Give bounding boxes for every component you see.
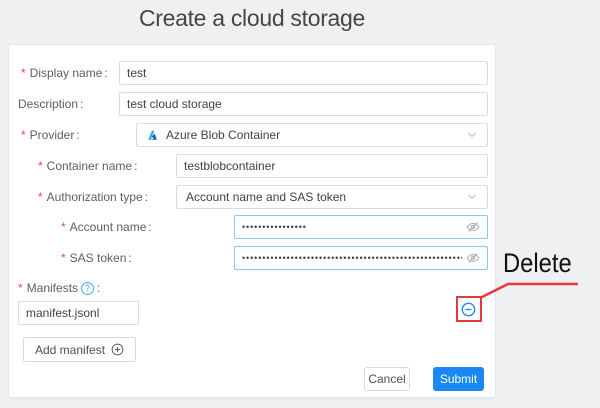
required-marker: *: [38, 154, 43, 178]
required-marker: *: [21, 123, 26, 147]
container-name-input[interactable]: [176, 154, 488, 178]
authorization-type-select[interactable]: Account name and SAS token: [176, 185, 488, 209]
account-name-label: * Account name:: [61, 215, 152, 239]
cloud-storage-form-panel: * Display name: Description: * Provider:…: [8, 44, 496, 398]
chevron-down-icon: [466, 129, 478, 141]
required-marker: *: [61, 246, 66, 270]
account-name-masked-value: ••••••••••••••••: [242, 216, 462, 238]
sas-token-input[interactable]: ••••••••••••••••••••••••••••••••••••••••…: [234, 246, 488, 270]
authorization-type-value: Account name and SAS token: [186, 186, 459, 208]
eye-invisible-icon[interactable]: [466, 251, 480, 265]
provider-value: Azure Blob Container: [166, 124, 459, 146]
description-input[interactable]: [119, 92, 488, 116]
submit-button[interactable]: Submit: [433, 367, 484, 391]
delete-manifest-button[interactable]: [461, 302, 476, 317]
display-name-label: * Display name:: [21, 61, 108, 85]
display-name-input[interactable]: [119, 61, 488, 85]
provider-label: * Provider:: [21, 123, 80, 147]
required-marker: *: [18, 276, 23, 300]
manifest-file-input[interactable]: [18, 301, 139, 325]
manifests-label: * Manifests ? :: [18, 276, 100, 300]
plus-circle-icon: [111, 343, 124, 356]
required-marker: *: [21, 61, 26, 85]
description-label: Description:: [18, 92, 83, 116]
container-name-label: * Container name:: [38, 154, 137, 178]
question-circle-icon[interactable]: ?: [81, 282, 94, 295]
cancel-button[interactable]: Cancel: [364, 367, 410, 391]
azure-logo-icon: [146, 129, 159, 142]
account-name-input[interactable]: ••••••••••••••••: [234, 215, 488, 239]
annotation-delete-label: Delete: [503, 248, 572, 279]
eye-invisible-icon[interactable]: [466, 220, 480, 234]
required-marker: *: [61, 215, 66, 239]
sas-token-label: * SAS token:: [61, 246, 132, 270]
provider-select[interactable]: Azure Blob Container: [136, 123, 488, 147]
add-manifest-button[interactable]: Add manifest: [23, 337, 136, 362]
chevron-down-icon: [466, 191, 478, 203]
sas-token-masked-value: ••••••••••••••••••••••••••••••••••••••••…: [242, 247, 462, 269]
page-title: Create a cloud storage: [8, 5, 496, 32]
minus-circle-icon: [461, 302, 476, 317]
required-marker: *: [38, 185, 43, 209]
authorization-type-label: * Authorization type:: [38, 185, 148, 209]
